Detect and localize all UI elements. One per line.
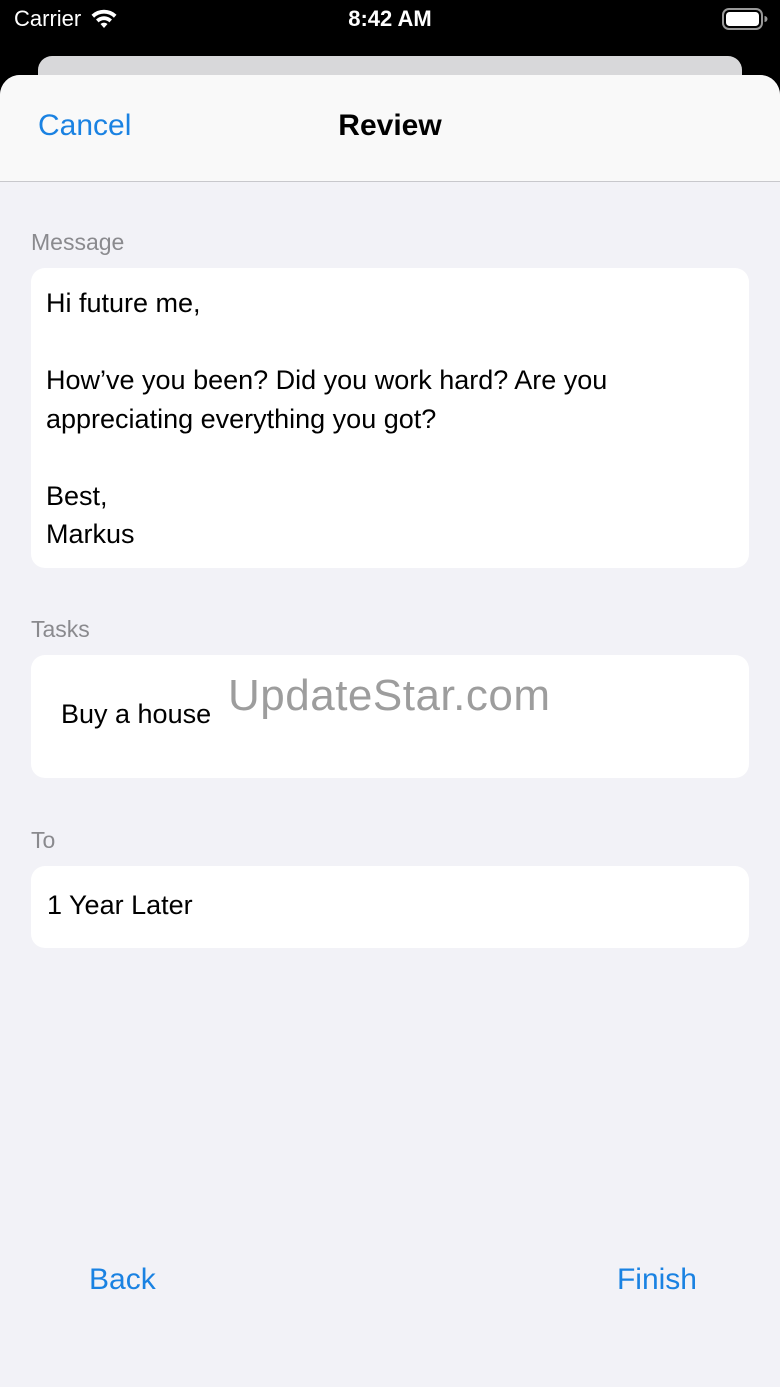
message-card: Hi future me, How’ve you been? Did you w… <box>31 268 749 568</box>
review-sheet: Cancel Review Message Hi future me, How’… <box>0 75 780 1387</box>
finish-button[interactable]: Finish <box>617 1263 697 1297</box>
to-card[interactable]: 1 Year Later <box>31 866 749 948</box>
navigation-bar: Cancel Review <box>0 75 780 182</box>
status-time: 8:42 AM <box>348 6 432 31</box>
battery-icon <box>722 8 768 30</box>
message-text: Hi future me, How’ve you been? Did you w… <box>46 288 608 549</box>
delivery-time-value: 1 Year Later <box>47 890 193 920</box>
watermark: UpdateStar.com <box>228 671 551 720</box>
tasks-card: Buy a house UpdateStar.com <box>31 655 749 778</box>
tasks-section-label: Tasks <box>31 616 90 642</box>
status-bar: Carrier 8:42 AM <box>0 0 780 56</box>
back-button[interactable]: Back <box>89 1263 156 1297</box>
to-section-label: To <box>31 827 56 853</box>
message-section-label: Message <box>31 229 125 255</box>
page-title: Review <box>338 109 442 142</box>
task-item: Buy a house <box>61 699 212 729</box>
